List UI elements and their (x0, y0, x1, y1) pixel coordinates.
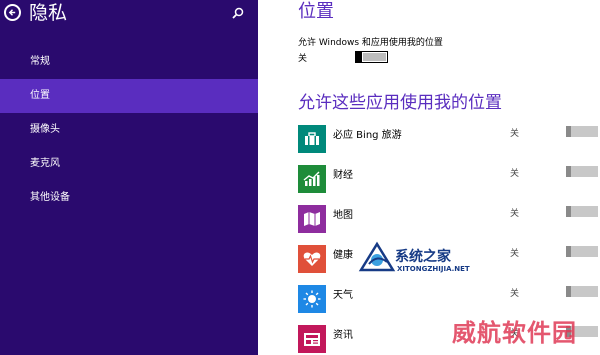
map-icon (304, 212, 320, 226)
app-toggle[interactable] (566, 286, 598, 297)
back-button[interactable] (4, 4, 21, 21)
section-title: 允许这些应用使用我的位置 (298, 93, 502, 113)
app-name: 天气 (333, 290, 353, 301)
heart-icon (303, 252, 321, 266)
sidebar: 隐私 常规 位置 摄像头 麦克风 其他设备 (0, 0, 258, 355)
app-name: 地图 (333, 210, 353, 221)
app-name: 必应 Bing 旅游 (333, 130, 402, 141)
arrow-left-icon (8, 9, 16, 16)
sidebar-item-general[interactable]: 常规 (0, 45, 258, 79)
app-state: 关 (510, 129, 520, 139)
site-name: 系统之家 (395, 249, 451, 265)
app-name: 资讯 (333, 330, 353, 341)
app-row: 必应 Bing 旅游 关 (298, 122, 598, 162)
news-icon (304, 332, 320, 346)
app-tile (298, 205, 326, 233)
search-icon[interactable] (232, 7, 244, 19)
app-tile (298, 165, 326, 193)
app-name: 健康 (333, 250, 353, 261)
sidebar-item-location[interactable]: 位置 (0, 79, 258, 113)
app-toggle[interactable] (566, 246, 598, 257)
app-state: 关 (510, 209, 520, 219)
sidebar-title: 隐私 (29, 2, 68, 24)
page-title: 位置 (298, 1, 334, 22)
settings-window: 隐私 常规 位置 摄像头 麦克风 其他设备 位置 允许 Windows 和应用使… (0, 0, 600, 355)
site-logo-icon (358, 241, 396, 272)
park-watermark: 威航软件园 (452, 319, 577, 347)
toggle-track (363, 53, 386, 61)
toggle-knob (566, 126, 571, 137)
toggle-knob (566, 246, 571, 257)
app-tile (298, 325, 326, 353)
location-setting-state: 关 (298, 54, 308, 64)
app-name: 财经 (333, 170, 353, 181)
app-row: 地图 关 (298, 202, 598, 242)
sidebar-item-camera[interactable]: 摄像头 (0, 113, 258, 147)
location-toggle[interactable] (355, 51, 388, 63)
location-setting-label: 允许 Windows 和应用使用我的位置 (298, 38, 443, 48)
main-content: 位置 允许 Windows 和应用使用我的位置 关 允许这些应用使用我的位置 必… (258, 0, 600, 355)
sidebar-item-microphone[interactable]: 麦克风 (0, 147, 258, 181)
sidebar-nav: 常规 位置 摄像头 麦克风 其他设备 (0, 45, 258, 215)
site-url: XITONGZHIJIA.NET (397, 265, 470, 273)
toggle-knob (566, 286, 571, 297)
toggle-knob (356, 51, 362, 63)
briefcase-icon (305, 132, 319, 145)
sun-icon (303, 290, 321, 308)
site-watermark: 系统之家 XITONGZHIJIA.NET (357, 240, 517, 280)
toggle-knob (566, 206, 571, 217)
app-tile (298, 125, 326, 153)
app-state: 关 (510, 169, 520, 179)
app-toggle[interactable] (566, 206, 598, 217)
app-tile (298, 245, 326, 273)
app-toggle[interactable] (566, 166, 598, 177)
chart-icon (303, 171, 320, 186)
app-toggle[interactable] (566, 126, 598, 137)
app-tile (298, 285, 326, 313)
toggle-knob (566, 166, 571, 177)
sidebar-item-other-devices[interactable]: 其他设备 (0, 181, 258, 215)
app-state: 关 (510, 289, 520, 299)
app-row: 财经 关 (298, 162, 598, 202)
